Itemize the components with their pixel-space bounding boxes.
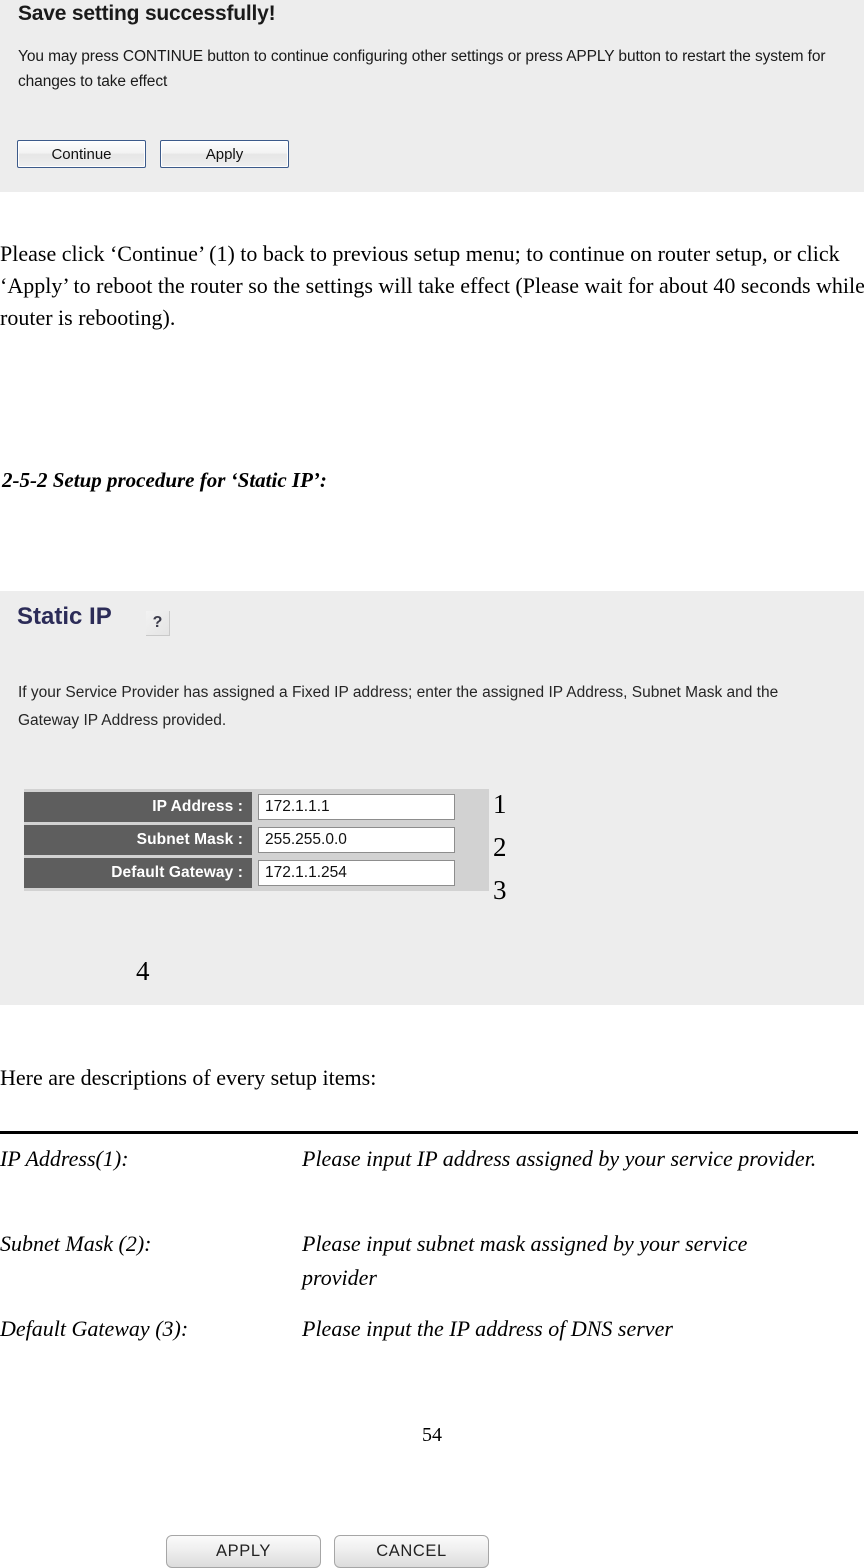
save-setting-panel: Save setting successfully! You may press… [0, 0, 864, 192]
form-row-ip-address: IP Address : [24, 792, 489, 822]
annotation-number-1: 1 [493, 789, 507, 819]
annotation-number-4: 4 [136, 956, 150, 986]
subnet-mask-input[interactable] [258, 827, 455, 853]
description-term: IP Address(1): [0, 1146, 129, 1171]
help-question-icon[interactable]: ? [146, 611, 170, 636]
ip-address-input[interactable] [258, 794, 455, 820]
horizontal-rule [0, 1131, 858, 1134]
subnet-mask-label: Subnet Mask : [24, 825, 252, 855]
ip-address-label: IP Address : [24, 792, 252, 822]
description-text: Please input the IP address of DNS serve… [302, 1316, 673, 1341]
static-ip-form: IP Address : Subnet Mask : Default Gatew… [24, 789, 489, 891]
instruction-paragraph: Please click ‘Continue’ (1) to back to p… [0, 241, 864, 330]
subnet-mask-input-wrap [252, 825, 489, 855]
continue-button[interactable]: Continue [17, 140, 146, 168]
page-number: 54 [422, 1424, 442, 1446]
static-ip-title: Static IP [17, 603, 112, 630]
description-text: Please input IP address assigned by your… [302, 1146, 817, 1171]
save-setting-title: Save setting successfully! [18, 2, 276, 25]
default-gateway-label: Default Gateway : [24, 858, 252, 888]
section-heading: 2-5-2 Setup procedure for ‘Static IP’: [2, 468, 327, 492]
descriptions-intro: Here are descriptions of every setup ite… [0, 1065, 377, 1090]
description-term: Subnet Mask (2): [0, 1231, 152, 1256]
static-ip-panel: Static IP ? If your Service Provider has… [0, 591, 864, 1568]
description-text: Please input subnet mask assigned by you… [302, 1231, 748, 1290]
description-term: Default Gateway (3): [0, 1316, 189, 1341]
default-gateway-input-wrap [252, 858, 489, 888]
form-row-default-gateway: Default Gateway : [24, 858, 489, 888]
annotation-number-2: 2 [493, 832, 507, 862]
default-gateway-input[interactable] [258, 860, 455, 886]
apply-button[interactable]: Apply [160, 140, 289, 168]
static-ip-description: If your Service Provider has assigned a … [18, 684, 779, 729]
annotation-number-3: 3 [493, 875, 507, 905]
form-row-subnet-mask: Subnet Mask : [24, 825, 489, 855]
static-apply-button[interactable]: APPLY [166, 1535, 321, 1568]
ip-address-input-wrap [252, 792, 489, 822]
save-setting-description: You may press CONTINUE button to continu… [18, 48, 826, 90]
static-cancel-button[interactable]: CANCEL [334, 1535, 489, 1568]
